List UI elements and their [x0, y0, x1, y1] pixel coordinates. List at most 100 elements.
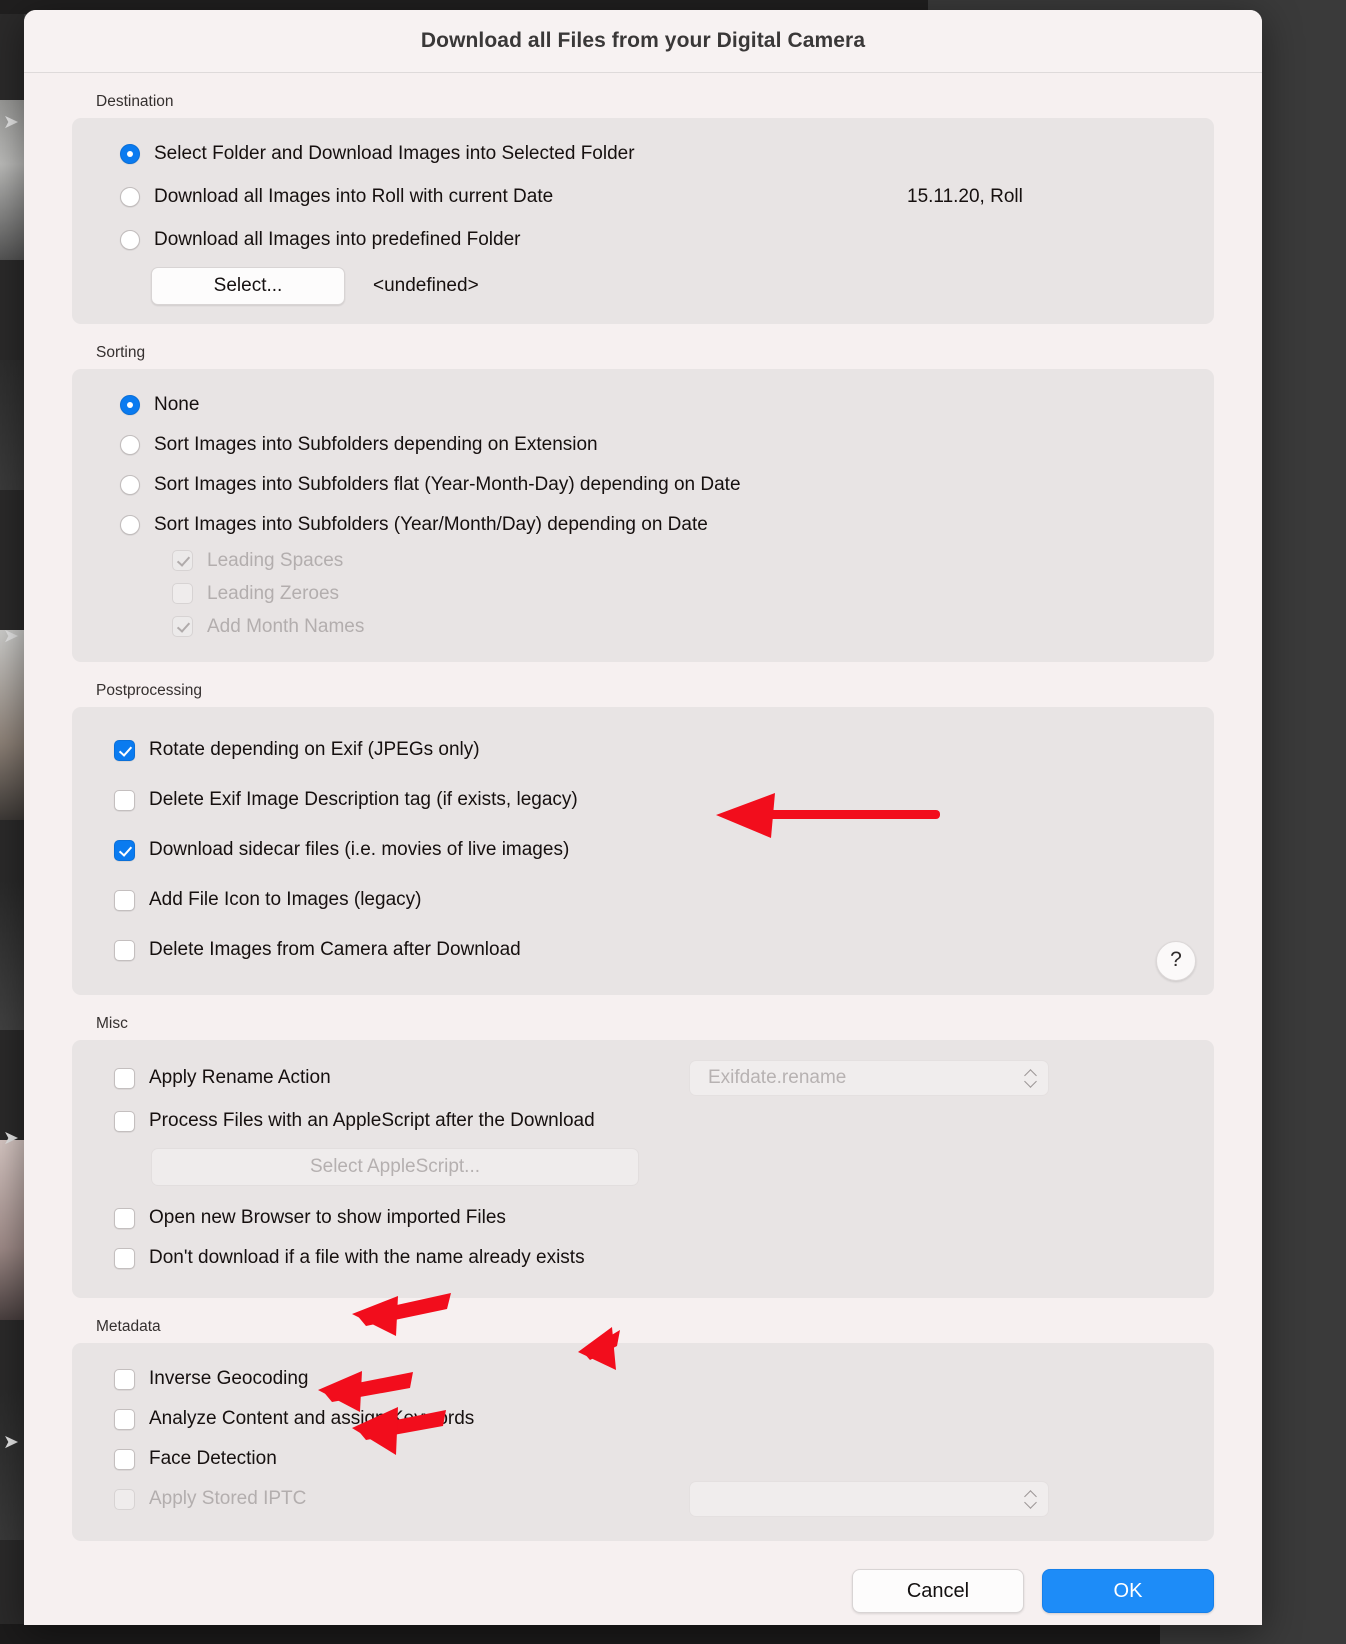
background-thumbnail — [0, 1390, 24, 1540]
metadata-item-apply-stored-iptc: Apply Stored IPTC — [72, 1479, 1214, 1519]
download-dialog: Download all Files from your Digital Cam… — [24, 10, 1262, 1625]
misc-applescript-row[interactable]: Process Files with an AppleScript after … — [72, 1100, 1214, 1142]
chevron-updown-icon — [1024, 1068, 1038, 1088]
sorting-option-label: Sort Images into Subfolders depending on… — [154, 434, 598, 455]
sorting-suboption-label: Leading Spaces — [207, 549, 344, 571]
radio-roll-current-date[interactable] — [120, 187, 140, 207]
dialog-footer: Cancel OK — [72, 1541, 1214, 1625]
misc-item-skip-existing[interactable]: Don't download if a file with the name a… — [72, 1238, 1214, 1278]
postprocessing-item-file-icon[interactable]: Add File Icon to Images (legacy) — [72, 875, 1214, 925]
sorting-suboption-leading-zeroes: Leading Zeroes — [72, 577, 1214, 610]
destination-option-predefined-folder[interactable]: Download all Images into predefined Fold… — [72, 221, 1214, 259]
sorting-option-extension[interactable]: Sort Images into Subfolders depending on… — [72, 426, 1214, 464]
postprocessing-item-label: Rotate depending on Exif (JPEGs only) — [149, 739, 480, 760]
misc-group: Apply Rename Action Exifdate.rename Proc… — [72, 1040, 1214, 1298]
checkbox-apply-stored-iptc — [114, 1488, 135, 1510]
metadata-group-label: Metadata — [96, 1318, 161, 1335]
checkbox-apply-rename-action[interactable] — [114, 1067, 135, 1089]
background-dock-band — [0, 1624, 1160, 1644]
ok-button[interactable]: OK — [1042, 1569, 1214, 1613]
postprocessing-item-label: Download sidecar files (i.e. movies of l… — [149, 839, 570, 860]
dialog-body: Destination Select Folder and Download I… — [24, 93, 1262, 1625]
cancel-button[interactable]: Cancel — [852, 1569, 1024, 1613]
help-question-mark-icon[interactable]: ? — [1156, 941, 1196, 981]
radio-select-folder[interactable] — [120, 144, 140, 164]
background-thumbnail — [0, 360, 24, 490]
metadata-item-label: Face Detection — [149, 1448, 277, 1469]
sorting-option-flat-date[interactable]: Sort Images into Subfolders flat (Year-M… — [72, 466, 1214, 504]
sorting-suboption-leading-spaces: Leading Spaces — [72, 544, 1214, 577]
sorting-group: None Sort Images into Subfolders dependi… — [72, 369, 1214, 662]
metadata-item-face-detection[interactable]: Face Detection — [72, 1439, 1214, 1479]
postprocessing-item-label: Delete Exif Image Description tag (if ex… — [149, 789, 578, 810]
dialog-titlebar: Download all Files from your Digital Cam… — [24, 10, 1262, 73]
misc-item-open-browser[interactable]: Open new Browser to show imported Files — [72, 1198, 1214, 1238]
checkbox-inverse-geocoding[interactable] — [114, 1368, 135, 1390]
background-arrow-icon: ➤ — [3, 112, 19, 133]
sorting-suboption-label: Add Month Names — [207, 615, 365, 637]
destination-option-label: Download all Images into Roll with curre… — [154, 186, 554, 207]
postprocessing-item-label: Add File Icon to Images (legacy) — [149, 889, 422, 910]
checkbox-open-new-browser[interactable] — [114, 1207, 135, 1229]
checkbox-delete-exif-description[interactable] — [114, 789, 135, 811]
background-thumbnail — [0, 1140, 24, 1320]
checkbox-add-month-names — [172, 616, 193, 637]
radio-predefined-folder[interactable] — [120, 230, 140, 250]
radio-sorting-nested-date[interactable] — [120, 515, 140, 535]
postprocessing-item-sidecar[interactable]: Download sidecar files (i.e. movies of l… — [72, 825, 1214, 875]
sorting-option-nested-date[interactable]: Sort Images into Subfolders (Year/Month/… — [72, 506, 1214, 544]
metadata-item-label: Analyze Content and assign Keywords — [149, 1408, 475, 1429]
misc-applescript-button-row: Select AppleScript... — [72, 1148, 1214, 1186]
postprocessing-group-label: Postprocessing — [96, 682, 202, 699]
postprocessing-item-delete-exif-desc[interactable]: Delete Exif Image Description tag (if ex… — [72, 775, 1214, 825]
metadata-item-label: Apply Stored IPTC — [149, 1488, 307, 1509]
checkbox-rotate-exif[interactable] — [114, 739, 135, 761]
destination-option-label: Select Folder and Download Images into S… — [154, 143, 635, 164]
postprocessing-item-label: Delete Images from Camera after Download — [149, 939, 521, 960]
metadata-item-analyze-content[interactable]: Analyze Content and assign Keywords — [72, 1399, 1214, 1439]
checkbox-process-with-applescript[interactable] — [114, 1110, 135, 1132]
metadata-item-inverse-geocoding[interactable]: Inverse Geocoding — [72, 1359, 1214, 1399]
misc-rename-label: Apply Rename Action — [149, 1067, 331, 1088]
selected-folder-value: <undefined> — [373, 275, 479, 296]
misc-item-label: Don't download if a file with the name a… — [149, 1247, 585, 1268]
checkbox-add-file-icon[interactable] — [114, 889, 135, 911]
background-arrow-icon: ➤ — [3, 1432, 19, 1453]
postprocessing-item-delete-from-camera[interactable]: Delete Images from Camera after Download — [72, 925, 1214, 975]
checkbox-dont-download-if-exists[interactable] — [114, 1247, 135, 1269]
radio-sorting-flat-date[interactable] — [120, 475, 140, 495]
chevron-updown-icon — [1024, 1489, 1038, 1509]
radio-sorting-none[interactable] — [120, 395, 140, 415]
metadata-item-label: Inverse Geocoding — [149, 1368, 309, 1389]
background-arrow-icon: ➤ — [3, 1128, 19, 1149]
stored-iptc-popup — [689, 1481, 1049, 1517]
dialog-title: Download all Files from your Digital Cam… — [420, 29, 866, 52]
misc-group-label: Misc — [96, 1015, 128, 1032]
select-folder-button[interactable]: Select... — [151, 267, 345, 305]
roll-name-value: 15.11.20, Roll — [907, 186, 1023, 207]
sorting-option-label: Sort Images into Subfolders flat (Year-M… — [154, 474, 741, 495]
postprocessing-group: Rotate depending on Exif (JPEGs only) De… — [72, 707, 1214, 995]
sorting-group-label: Sorting — [96, 344, 146, 361]
sorting-suboption-label: Leading Zeroes — [207, 582, 340, 604]
rename-action-popup[interactable]: Exifdate.rename — [689, 1060, 1049, 1096]
checkbox-leading-zeroes — [172, 583, 193, 604]
sorting-option-none[interactable]: None — [72, 386, 1214, 424]
destination-group: Select Folder and Download Images into S… — [72, 118, 1214, 324]
select-applescript-button[interactable]: Select AppleScript... — [151, 1148, 639, 1186]
rename-action-popup-value: Exifdate.rename — [708, 1067, 847, 1088]
radio-sorting-extension[interactable] — [120, 435, 140, 455]
destination-option-label: Download all Images into predefined Fold… — [154, 229, 521, 250]
checkbox-analyze-content-keywords[interactable] — [114, 1408, 135, 1430]
checkbox-delete-images-from-camera[interactable] — [114, 939, 135, 961]
misc-item-label: Open new Browser to show imported Files — [149, 1207, 506, 1228]
destination-option-selected-folder[interactable]: Select Folder and Download Images into S… — [72, 135, 1214, 173]
destination-option-roll-current-date[interactable]: Download all Images into Roll with curre… — [72, 178, 1214, 216]
checkbox-download-sidecar-files[interactable] — [114, 839, 135, 861]
predefined-folder-row: Select... <undefined> — [72, 267, 1214, 305]
misc-rename-row: Apply Rename Action Exifdate.rename — [72, 1056, 1214, 1100]
sorting-option-label: None — [154, 394, 200, 415]
postprocessing-item-rotate[interactable]: Rotate depending on Exif (JPEGs only) — [72, 725, 1214, 775]
background-arrow-icon: ➤ — [3, 626, 19, 647]
checkbox-face-detection[interactable] — [114, 1448, 135, 1470]
